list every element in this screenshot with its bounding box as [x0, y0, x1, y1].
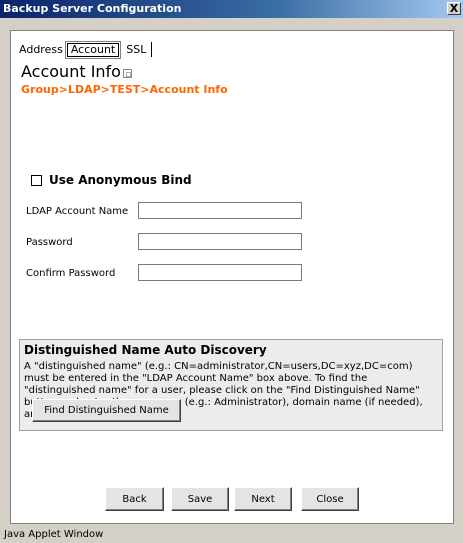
page-heading: Account Info — [21, 62, 132, 81]
anonymous-bind-row[interactable]: Use Anonymous Bind — [31, 173, 192, 187]
breadcrumb: Group>LDAP>TEST>Account Info — [21, 83, 228, 96]
applet-status-text: Java Applet Window — [4, 529, 104, 540]
dn-discovery-title: Distinguished Name Auto Discovery — [24, 343, 267, 357]
save-button[interactable]: Save — [171, 487, 229, 511]
confirm-password-input[interactable] — [138, 264, 302, 281]
close-window-button[interactable]: X — [447, 2, 461, 15]
title-bar: Backup Server Configuration X — [0, 0, 463, 18]
password-input[interactable] — [138, 233, 302, 250]
page-title: Account Info — [21, 62, 121, 81]
tab-divider — [151, 42, 153, 57]
help-icon[interactable] — [122, 68, 132, 78]
tab-bar: Address Account SSL — [16, 41, 153, 59]
password-label: Password — [26, 237, 73, 248]
back-button[interactable]: Back — [105, 487, 164, 511]
close-button[interactable]: Close — [301, 487, 359, 511]
ldap-account-name-label: LDAP Account Name — [26, 206, 129, 217]
tab-address[interactable]: Address — [16, 43, 66, 57]
anonymous-bind-label: Use Anonymous Bind — [49, 173, 192, 187]
next-button[interactable]: Next — [234, 487, 292, 511]
find-distinguished-name-button[interactable]: Find Distinguished Name — [32, 399, 181, 422]
ldap-account-name-input[interactable] — [138, 202, 302, 219]
confirm-password-label: Confirm Password — [26, 268, 116, 279]
anonymous-bind-checkbox[interactable] — [31, 174, 42, 186]
tab-account[interactable]: Account — [64, 41, 122, 59]
tab-ssl[interactable]: SSL — [123, 43, 149, 57]
window-title: Backup Server Configuration — [3, 2, 182, 15]
